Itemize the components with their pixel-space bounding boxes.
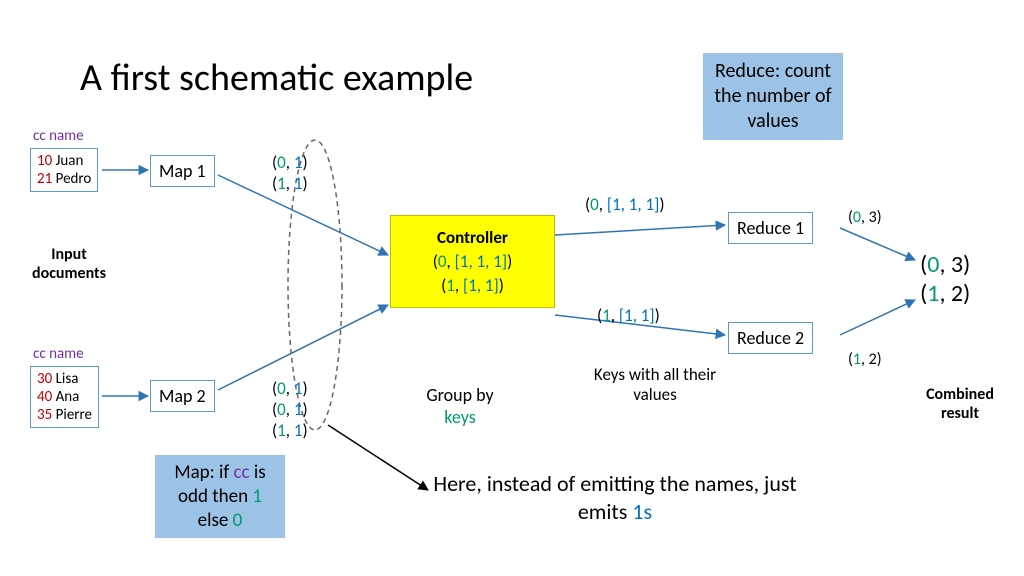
map2-output: (0, 1) (0, 1) (1, 1) bbox=[272, 378, 308, 441]
out-to-reduce2: (1, [1, 1]) bbox=[597, 305, 660, 326]
out-to-reduce1: (0, [1, 1, 1]) bbox=[585, 194, 664, 215]
doc1-header: cc name bbox=[33, 127, 84, 145]
combined-result-label: Combined result bbox=[910, 385, 1010, 423]
reduce1-output: (0, 3) bbox=[848, 208, 882, 227]
groupby-label: Group bykeys bbox=[400, 385, 520, 428]
input-documents-label: Input documents bbox=[19, 245, 119, 283]
page-title: A first schematic example bbox=[80, 55, 473, 101]
doc1: 10 Juan 21 Pedro bbox=[30, 148, 98, 192]
map2-box: Map 2 bbox=[150, 380, 215, 412]
map-rule: Map: if cc is odd then 1 else 0 bbox=[155, 455, 285, 538]
map1-box: Map 1 bbox=[150, 155, 215, 187]
doc2: 30 Lisa 40 Ana 35 Pierre bbox=[30, 366, 99, 428]
final-output: (0, 3) (1, 2) bbox=[920, 250, 970, 308]
footer-note: Here, instead of emitting the names, jus… bbox=[430, 470, 800, 525]
reduce1-box: Reduce 1 bbox=[728, 212, 813, 244]
map1-output: (0, 1) (1, 1) bbox=[272, 152, 308, 194]
reduce2-box: Reduce 2 bbox=[728, 322, 813, 354]
reduce-description: Reduce: count the number of values bbox=[703, 53, 843, 140]
keys-values-label: Keys with all their values bbox=[585, 365, 725, 406]
doc2-header: cc name bbox=[33, 345, 84, 363]
controller-box: Controller (0, [1, 1, 1]) (1, [1, 1]) bbox=[390, 215, 555, 308]
reduce2-output: (1, 2) bbox=[848, 350, 882, 369]
